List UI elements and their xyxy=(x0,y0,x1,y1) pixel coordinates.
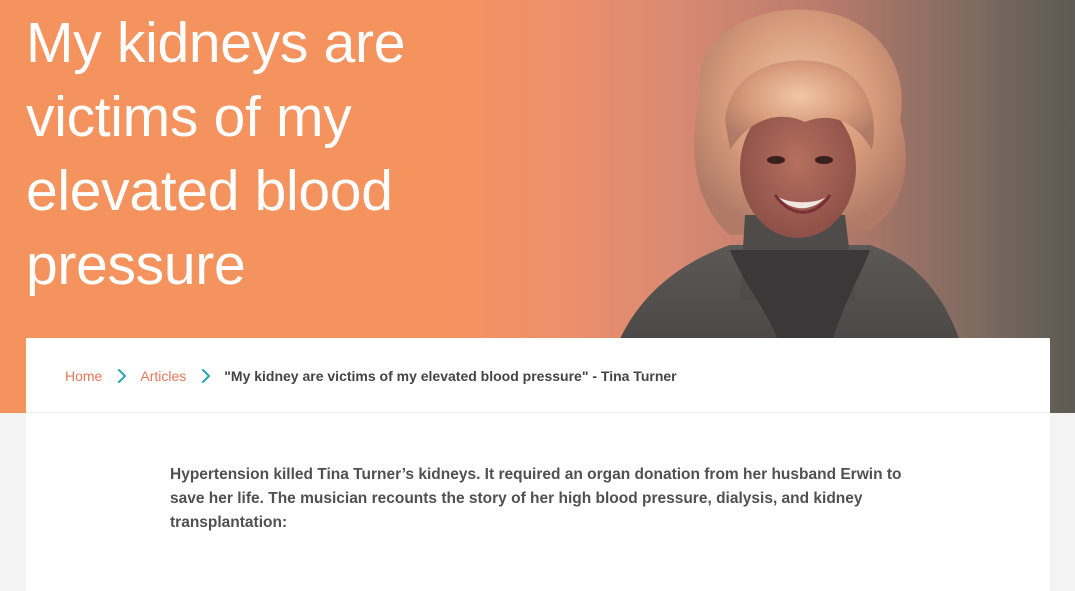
breadcrumb-current-page: "My kidney are victims of my elevated bl… xyxy=(224,367,677,384)
breadcrumb-articles-link[interactable]: Articles xyxy=(140,368,186,384)
chevron-right-icon xyxy=(202,368,211,383)
chevron-right-icon xyxy=(118,368,127,383)
page: My kidneys are victims of my elevated bl… xyxy=(0,0,1075,591)
breadcrumb-divider xyxy=(26,412,1050,413)
article-intro-paragraph: Hypertension killed Tina Turner’s kidney… xyxy=(170,466,902,531)
breadcrumb: Home Articles "My kidney are victims of … xyxy=(65,338,677,413)
breadcrumb-home-link[interactable]: Home xyxy=(65,368,102,384)
article-content-card: Home Articles "My kidney are victims of … xyxy=(26,338,1050,591)
page-title: My kidneys are victims of my elevated bl… xyxy=(26,11,406,297)
